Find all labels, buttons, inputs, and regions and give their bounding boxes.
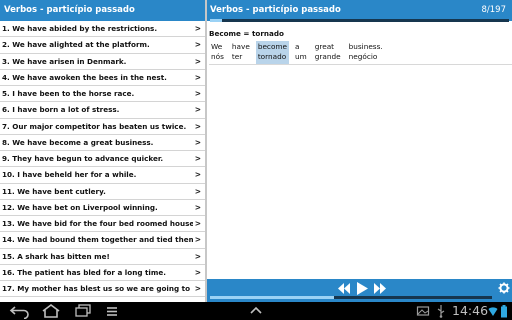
list-header-title: Verbos - particípio passado — [0, 0, 205, 21]
list-item[interactable]: 2. We have alighted at the platform. > — [0, 37, 205, 54]
list-item[interactable]: 1. We have abided by the restrictions. > — [0, 21, 205, 38]
list-item-label: 10. I have beheld her for a while. — [2, 170, 137, 180]
list-item[interactable]: 6. I have born a lot of stress. > — [0, 102, 205, 119]
list-item[interactable]: 4. We have awoken the bees in the nest. > — [0, 69, 205, 86]
playback-progress-fill — [210, 296, 335, 299]
word-pair[interactable]: have ter — [230, 41, 252, 64]
word-portuguese: nós — [211, 52, 224, 61]
detail-header: Verbos - particípio passado 8/197 — [207, 0, 512, 22]
list-item-label: 6. I have born a lot of stress. — [2, 105, 120, 115]
play-icon[interactable] — [355, 281, 369, 296]
word-pair[interactable]: business. negócio — [347, 41, 385, 64]
playback-progress-bar[interactable] — [210, 296, 492, 299]
sentence-list-pane: Verbos - particípio passado 1. We have a… — [0, 0, 205, 302]
chevron-right-icon: > — [194, 105, 201, 115]
detail-title: Verbos - particípio passado — [210, 5, 341, 15]
chevron-right-icon: > — [194, 56, 201, 66]
list-item-label: 17. My mother has blest us so we are goi… — [2, 284, 193, 293]
chevron-right-icon: > — [194, 235, 201, 245]
list-item-label: 13. We have bid for the four bed roomed … — [2, 219, 193, 228]
chevron-right-icon: > — [194, 72, 201, 82]
word-english: great — [314, 42, 335, 51]
lesson-progress-bar — [210, 19, 509, 22]
chevron-right-icon: > — [194, 170, 201, 180]
word-portuguese: ter — [231, 52, 243, 61]
word-by-word-translation: We nós have ter become tornado a um great gra… — [209, 41, 389, 64]
chevron-right-icon: > — [194, 186, 201, 196]
word-english: We — [211, 42, 223, 51]
detail-pane: Verbos - particípio passado 8/197 Become… — [207, 0, 512, 302]
wifi-icon — [488, 307, 498, 316]
list-item[interactable]: 10. I have beheld her for a while. > — [0, 167, 205, 184]
word-portuguese: tornado — [257, 52, 287, 61]
usb-icon — [437, 305, 445, 318]
settings-icon[interactable] — [498, 282, 510, 294]
battery-icon — [501, 305, 507, 318]
list-item-label: 4. We have awoken the bees in the nest. — [2, 72, 167, 82]
chevron-right-icon: > — [194, 267, 201, 277]
list-item[interactable]: 15. A shark has bitten me! > — [0, 248, 205, 265]
word-english: a — [295, 42, 300, 51]
system-navigation-bar: 14:46 — [0, 302, 512, 320]
word-pair[interactable]: We nós — [209, 41, 226, 64]
list-item[interactable]: 11. We have bent cutlery. > — [0, 183, 205, 200]
back-icon[interactable] — [8, 303, 32, 319]
list-item-label: 3. We have arisen in Denmark. — [2, 56, 127, 66]
list-item-label: 16. The patient has bled for a long time… — [2, 267, 166, 277]
list-item[interactable]: 16. The patient has bled for a long time… — [0, 264, 205, 281]
word-english: business. — [348, 42, 383, 51]
list-item[interactable]: 13. We have bid for the four bed roomed … — [0, 216, 205, 233]
list-item-label: 9. They have begun to advance quicker. — [2, 154, 164, 163]
lesson-progress-fill — [210, 19, 222, 22]
rewind-icon[interactable] — [337, 282, 351, 295]
home-icon[interactable] — [40, 303, 62, 319]
list-item-label: 5. I have been to the horse race. — [2, 89, 135, 98]
list-item-label: 12. We have bet on Liverpool winning. — [2, 202, 158, 212]
chevron-right-icon: > — [194, 40, 201, 50]
word-pair[interactable]: great grande — [313, 41, 343, 64]
list-item-label: 8. We have become a great business. — [2, 137, 154, 147]
menu-icon[interactable] — [104, 303, 120, 319]
up-arrow-icon[interactable] — [248, 303, 264, 319]
chevron-right-icon: > — [194, 137, 201, 147]
list-item-label: 2. We have alighted at the platform. — [2, 40, 150, 50]
word-pair[interactable]: a um — [293, 41, 309, 64]
chevron-right-icon: > — [194, 154, 201, 163]
fast-forward-icon[interactable] — [373, 282, 387, 295]
list-item-label: 15. A shark has bitten me! — [2, 251, 110, 261]
word-english: become — [257, 42, 288, 51]
word-pair-highlighted[interactable]: become tornado — [255, 41, 290, 64]
word-portuguese: grande — [314, 52, 341, 61]
chevron-right-icon: > — [194, 284, 201, 293]
list-item-label: 14. We had bound them together and tied … — [2, 235, 193, 245]
sentence-list: 1. We have abided by the restrictions. > … — [0, 21, 205, 298]
chevron-right-icon: > — [194, 121, 201, 131]
list-item[interactable]: 5. I have been to the horse race. > — [0, 86, 205, 103]
list-item-label: 7. Our major competitor has beaten us tw… — [2, 121, 187, 131]
gallery-icon — [416, 306, 430, 316]
list-item[interactable]: 3. We have arisen in Denmark. > — [0, 53, 205, 70]
clock: 14:46 — [452, 303, 489, 318]
chevron-right-icon: > — [194, 202, 201, 212]
chevron-right-icon: > — [194, 251, 201, 261]
list-item[interactable]: 8. We have become a great business. > — [0, 134, 205, 151]
audio-player-bar — [207, 279, 512, 302]
word-portuguese: negócio — [348, 52, 378, 61]
list-item[interactable]: 9. They have begun to advance quicker. > — [0, 151, 205, 168]
list-item-label: 1. We have abided by the restrictions. — [2, 24, 158, 33]
chevron-right-icon: > — [194, 89, 201, 98]
recent-apps-icon[interactable] — [72, 303, 94, 319]
chevron-right-icon: > — [194, 24, 201, 33]
divider-line — [209, 64, 512, 65]
word-portuguese: um — [295, 52, 307, 61]
chevron-right-icon: > — [194, 219, 201, 228]
verb-translation: Become = tornado — [209, 29, 284, 38]
list-item[interactable]: 12. We have bet on Liverpool winning. > — [0, 199, 205, 216]
list-item[interactable]: 17. My mother has blest us so we are goi… — [0, 281, 205, 298]
list-item[interactable]: 14. We had bound them together and tied … — [0, 232, 205, 249]
word-english: have — [231, 42, 250, 51]
sentence-counter: 8/197 — [481, 5, 507, 15]
list-item[interactable]: 7. Our major competitor has beaten us tw… — [0, 118, 205, 135]
list-item-label: 11. We have bent cutlery. — [2, 186, 106, 196]
